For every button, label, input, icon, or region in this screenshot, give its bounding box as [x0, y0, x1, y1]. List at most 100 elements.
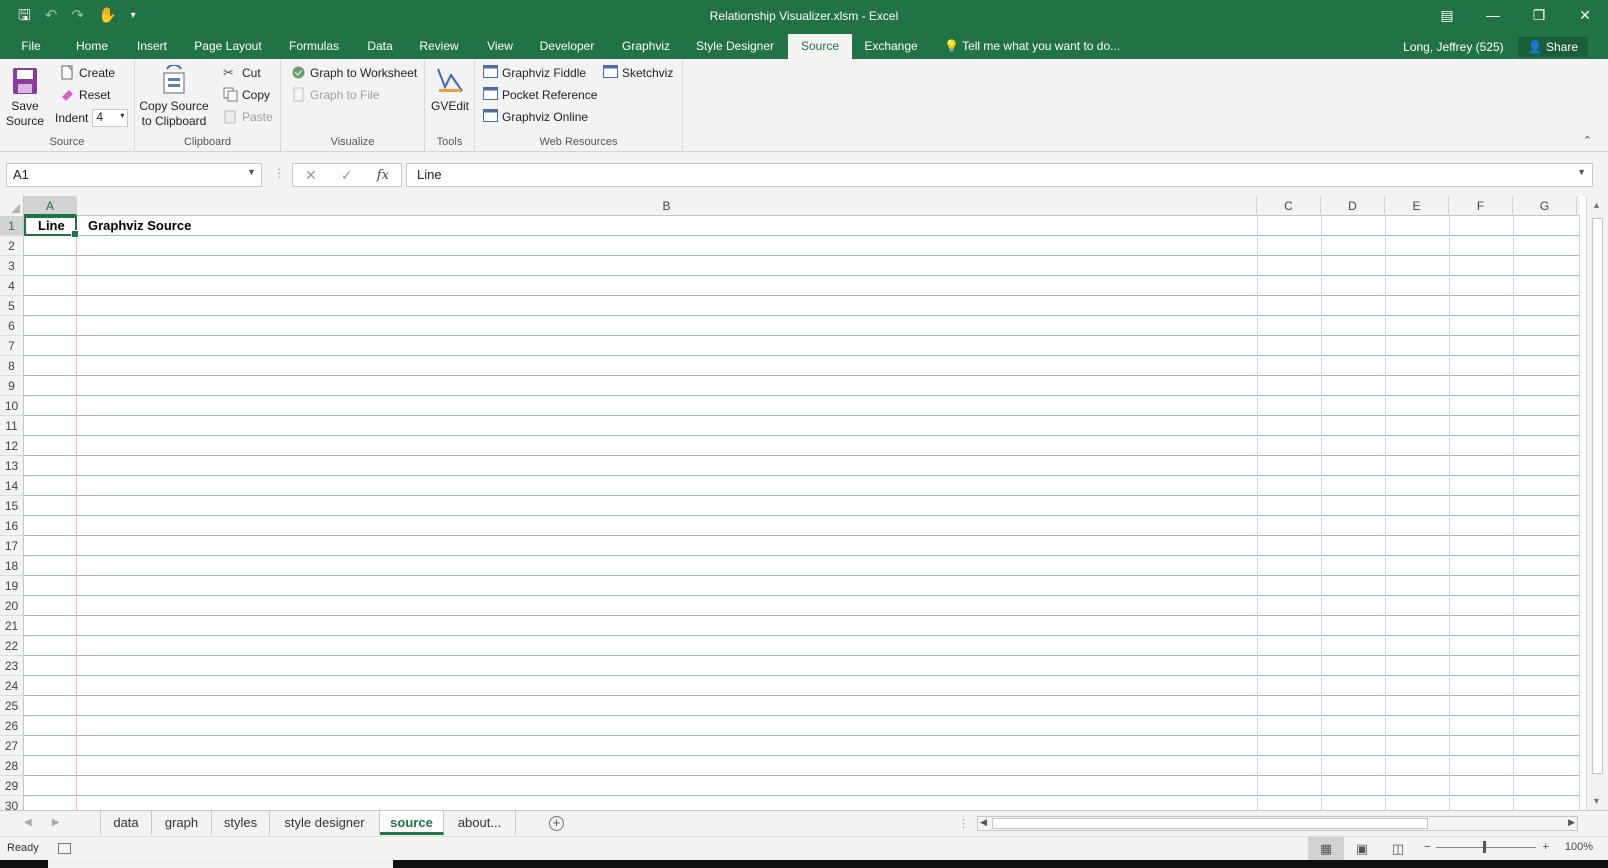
cancel-icon[interactable]: ✕	[305, 167, 317, 184]
previous-sheet-icon[interactable]: ◀	[24, 817, 32, 828]
tab-style-designer[interactable]: Style Designer	[692, 34, 778, 59]
name-box[interactable]: A1 ▼	[6, 163, 262, 187]
column-header-c[interactable]: C	[1257, 196, 1321, 216]
table-row[interactable]	[24, 596, 1580, 616]
row-header[interactable]: 17	[0, 536, 24, 556]
tab-home[interactable]: Home	[70, 34, 114, 59]
table-row[interactable]	[24, 696, 1580, 716]
row-header[interactable]: 27	[0, 736, 24, 756]
expand-formula-bar-icon[interactable]: ▼	[1577, 167, 1586, 177]
sheet-tab-graph[interactable]: graph	[152, 811, 212, 835]
sheet-tab-source[interactable]: source	[380, 811, 444, 835]
zoom-out-icon[interactable]: −	[1424, 841, 1430, 853]
row-header[interactable]: 18	[0, 556, 24, 576]
indent-select[interactable]: 4 ▾	[92, 109, 129, 127]
column-header-e[interactable]: E	[1385, 196, 1449, 216]
scroll-up-icon[interactable]: ▲	[1592, 200, 1601, 210]
table-row[interactable]	[24, 656, 1580, 676]
insert-function-icon[interactable]: fx	[377, 168, 389, 183]
row-header[interactable]: 25	[0, 696, 24, 716]
collapse-ribbon-icon[interactable]: ⌃	[1583, 134, 1592, 147]
new-sheet-icon[interactable]: +	[549, 816, 564, 831]
row-header[interactable]: 8	[0, 356, 24, 376]
tab-data[interactable]: Data	[360, 34, 400, 59]
table-row[interactable]	[24, 616, 1580, 636]
tab-source[interactable]: Source	[788, 34, 852, 59]
vertical-scroll-thumb[interactable]	[1592, 218, 1603, 774]
row-header[interactable]: 19	[0, 576, 24, 596]
normal-view-icon[interactable]: ▦	[1308, 837, 1344, 861]
select-all-button[interactable]	[0, 196, 24, 216]
row-header[interactable]: 22	[0, 636, 24, 656]
copy-source-button[interactable]: Copy Source to Clipboard	[139, 65, 209, 129]
table-row[interactable]	[24, 536, 1580, 556]
tab-formulas[interactable]: Formulas	[284, 34, 344, 59]
row-header[interactable]: 3	[0, 256, 24, 276]
scroll-right-icon[interactable]: ▶	[1568, 817, 1575, 828]
tab-developer[interactable]: Developer	[536, 34, 598, 59]
table-row[interactable]	[24, 276, 1580, 296]
table-row[interactable]	[24, 576, 1580, 596]
tell-me-box[interactable]: 💡 Tell me what you want to do...	[944, 34, 1120, 59]
table-row[interactable]	[24, 296, 1580, 316]
tab-file[interactable]: File	[14, 34, 48, 59]
column-header-d[interactable]: D	[1321, 196, 1385, 216]
sketchviz-button[interactable]: Sketchviz	[603, 65, 673, 80]
copy-button[interactable]: Copy	[223, 87, 270, 102]
cut-button[interactable]: ✂ Cut	[223, 65, 261, 80]
cell-b1[interactable]: Graphviz Source	[88, 216, 191, 236]
table-row[interactable]	[24, 456, 1580, 476]
tab-exchange[interactable]: Exchange	[862, 34, 920, 59]
tab-splitter[interactable]: ⋮	[958, 817, 969, 830]
table-row[interactable]	[24, 476, 1580, 496]
close-icon[interactable]: ✕	[1562, 0, 1608, 30]
tab-insert[interactable]: Insert	[132, 34, 172, 59]
next-sheet-icon[interactable]: ▶	[52, 817, 60, 828]
row-header[interactable]: 23	[0, 656, 24, 676]
row-header[interactable]: 4	[0, 276, 24, 296]
row-header[interactable]: 5	[0, 296, 24, 316]
table-row[interactable]	[24, 636, 1580, 656]
paste-button[interactable]: Paste	[223, 109, 273, 124]
create-button[interactable]: Create	[60, 65, 115, 80]
table-row[interactable]	[24, 556, 1580, 576]
tab-view[interactable]: View	[480, 34, 520, 59]
row-header[interactable]: 7	[0, 336, 24, 356]
graphviz-fiddle-button[interactable]: Graphviz Fiddle	[483, 65, 586, 80]
sheet-tab-style-designer[interactable]: style designer	[270, 811, 380, 835]
horizontal-scrollbar[interactable]: ◀ ▶	[977, 816, 1578, 831]
table-row[interactable]	[24, 416, 1580, 436]
row-header[interactable]: 14	[0, 476, 24, 496]
zoom-in-icon[interactable]: +	[1542, 841, 1548, 853]
row-header[interactable]: 21	[0, 616, 24, 636]
column-header-f[interactable]: F	[1449, 196, 1513, 216]
row-header[interactable]: 30	[0, 796, 24, 810]
table-row[interactable]	[24, 376, 1580, 396]
row-header[interactable]: 29	[0, 776, 24, 796]
zoom-slider-knob[interactable]	[1483, 840, 1487, 853]
row-header[interactable]: 16	[0, 516, 24, 536]
row-header[interactable]: 11	[0, 416, 24, 436]
macro-recording-icon[interactable]	[58, 843, 71, 854]
row-header[interactable]: 13	[0, 456, 24, 476]
formula-input[interactable]: Line ▼	[406, 163, 1593, 187]
table-row[interactable]	[24, 676, 1580, 696]
chevron-down-icon[interactable]: ▼	[247, 167, 256, 177]
graph-to-file-button[interactable]: Graph to File	[291, 87, 379, 102]
row-header[interactable]: 2	[0, 236, 24, 256]
graph-to-worksheet-button[interactable]: Graph to Worksheet	[291, 65, 417, 80]
row-header[interactable]: 10	[0, 396, 24, 416]
column-header-a[interactable]: A	[24, 196, 77, 216]
vertical-scrollbar[interactable]: ▲ ▼	[1586, 196, 1608, 810]
row-header[interactable]: 9	[0, 376, 24, 396]
table-row[interactable]	[24, 236, 1580, 256]
table-row[interactable]	[24, 736, 1580, 756]
table-row[interactable]	[24, 716, 1580, 736]
tab-page-layout[interactable]: Page Layout	[190, 34, 266, 59]
table-row[interactable]	[24, 496, 1580, 516]
table-row[interactable]	[24, 216, 1580, 236]
sheet-tab-data[interactable]: data	[100, 811, 152, 835]
horizontal-scroll-thumb[interactable]	[992, 818, 1428, 829]
reset-button[interactable]: Reset	[60, 87, 110, 102]
table-row[interactable]	[24, 316, 1580, 336]
